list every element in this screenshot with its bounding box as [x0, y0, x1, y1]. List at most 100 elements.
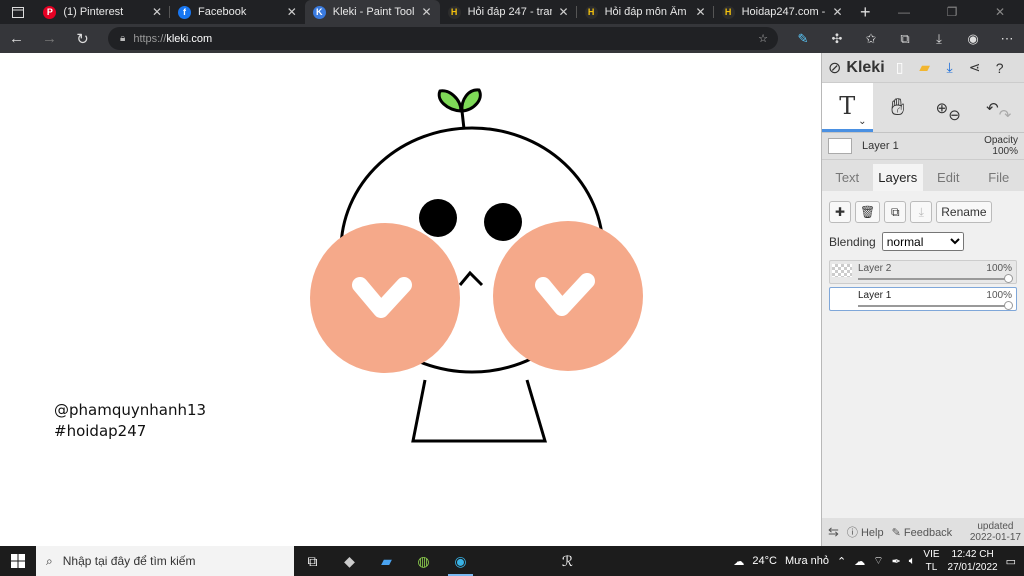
minimize-icon[interactable]: —	[880, 0, 928, 24]
delete-layer-icon[interactable]: 🗑︎	[855, 201, 881, 223]
new-image-icon[interactable]: ▯	[890, 59, 910, 76]
tab-edit[interactable]: Edit	[923, 164, 974, 191]
swap-icon[interactable]: ⇆	[828, 524, 839, 540]
refresh-icon[interactable]: ↻	[66, 30, 99, 48]
right-eye	[484, 203, 522, 241]
close-icon[interactable]: ✕	[833, 5, 843, 19]
close-icon[interactable]: ✕	[422, 5, 432, 19]
maximize-icon[interactable]: ❐	[928, 0, 976, 24]
tab-actions-icon[interactable]	[0, 0, 35, 24]
body-outline	[411, 379, 548, 443]
favorites-icon[interactable]: ✩	[854, 31, 888, 47]
kleki-footer: ⇆ ⓘ Help ✎ Feedback updated 2022-01-17	[822, 518, 1024, 546]
add-favorite-icon[interactable]: ☆	[758, 32, 768, 45]
show-hidden-icons-icon[interactable]: ⌃	[837, 555, 846, 568]
layer-buttons: ✚ 🗑︎ ⧉ ⤓ Rename	[822, 201, 1024, 223]
close-icon[interactable]: ✕	[559, 5, 569, 19]
roblox-icon[interactable]: ◆	[331, 546, 368, 576]
open-folder-icon[interactable]: ▰	[915, 59, 935, 76]
people-icon[interactable]: ℛ	[549, 546, 586, 576]
windows-start-icon[interactable]	[0, 554, 36, 568]
tab-facebook[interactable]: f Facebook ✕	[170, 0, 305, 24]
blending-select[interactable]: normal	[881, 232, 964, 251]
help-icon[interactable]: ?	[990, 60, 1010, 76]
tab-hoidap-3[interactable]: H Hoidap247.com - Hỏi ✕	[714, 0, 851, 24]
tab-hoidap-2[interactable]: H Hỏi đáp môn Âm nhạ ✕	[577, 0, 714, 24]
browser-tab-bar: P (1) Pinterest ✕ f Facebook ✕ K Kleki -…	[0, 0, 1024, 24]
zoom-icons[interactable]: ⊕ ⊖	[923, 83, 974, 132]
opacity-slider-track[interactable]	[858, 278, 1010, 280]
hand-tool-icon[interactable]: ✋︎	[873, 83, 924, 132]
tab-pinterest[interactable]: P (1) Pinterest ✕	[35, 0, 170, 24]
undo-redo-icons[interactable]: ↶ ↷	[974, 83, 1024, 132]
close-icon[interactable]: ✕	[152, 5, 162, 19]
kleki-header: ⊘ Kleki ▯ ▰ ⤓ ⋖ ?	[822, 53, 1024, 83]
profile-avatar[interactable]: ◉	[956, 31, 990, 47]
opacity-slider-handle[interactable]	[1004, 301, 1013, 310]
character-drawing	[310, 88, 643, 443]
duplicate-layer-icon[interactable]: ⧉	[884, 201, 907, 223]
hoidap-icon: H	[447, 5, 461, 19]
forward-icon[interactable]: →	[33, 30, 66, 47]
more-icon[interactable]: ⋯	[990, 31, 1024, 47]
tab-title: Hỏi đáp môn Âm nhạ	[604, 6, 689, 18]
current-layer-bar: Layer 1 Opacity 100%	[822, 133, 1024, 160]
layer-row[interactable]: Layer 2 100%	[829, 260, 1017, 284]
puzzle-icon[interactable]: ✣	[820, 31, 854, 47]
collections-icon[interactable]: ⧉	[888, 31, 922, 47]
taskbar: ⌕ Nhập tại đây để tìm kiếm ⧉ ◆ ▰ ◍ ◉ ℛ ☁…	[0, 546, 1024, 576]
task-view-icon[interactable]: ⧉	[294, 546, 331, 576]
tab-file[interactable]: File	[974, 164, 1024, 191]
text-tool[interactable]: T ⌄	[822, 83, 873, 132]
tab-layers[interactable]: Layers	[872, 164, 923, 191]
app-icon[interactable]: ◍	[405, 546, 442, 576]
language-indicator[interactable]: VIE TL	[923, 548, 939, 574]
file-explorer-icon[interactable]: ▰	[368, 546, 405, 576]
pen-icon[interactable]: ✒	[892, 555, 901, 568]
opacity-slider-track[interactable]	[858, 305, 1010, 307]
taskbar-search-input[interactable]: ⌕ Nhập tại đây để tìm kiếm	[36, 546, 294, 576]
weather-text[interactable]: Mưa nhỏ	[785, 555, 829, 567]
clock[interactable]: 12:42 CH 27/01/2022	[948, 548, 998, 574]
url-input[interactable]: 🔒︎ https://kleki.com ☆	[108, 27, 778, 50]
kleki-icon: K	[312, 5, 326, 19]
close-icon[interactable]: ✕	[696, 5, 706, 19]
notifications-icon[interactable]: ▭	[1006, 555, 1016, 568]
weather-icon[interactable]: ☁	[733, 555, 744, 568]
help-link[interactable]: ⓘ Help	[847, 524, 884, 540]
blending-label: Blending	[829, 234, 876, 249]
search-icon: ⌕	[46, 553, 53, 568]
close-window-icon[interactable]: ✕	[976, 0, 1024, 24]
tab-hoidap-1[interactable]: H Hỏi đáp 247 - trang tr ✕	[440, 0, 577, 24]
close-icon[interactable]: ✕	[287, 5, 297, 19]
opacity-slider-handle[interactable]	[1004, 274, 1013, 283]
left-eye	[419, 199, 457, 237]
download-icon[interactable]: ⤓	[940, 59, 960, 76]
tab-title: Hỏi đáp 247 - trang tr	[467, 6, 552, 18]
cloud-icon[interactable]: ☁	[854, 555, 865, 568]
edge-icon[interactable]: ◉	[442, 546, 479, 576]
tab-kleki[interactable]: K Kleki - Paint Tool ✕	[304, 0, 440, 24]
wifi-icon[interactable]: ⌔	[873, 554, 883, 568]
system-tray: ☁ 24°C Mưa nhỏ ⌃ ☁ ⌔ ✒ 🔈︎ VIE TL 12:42 CH…	[733, 548, 1024, 574]
current-layer-name: Layer 1	[862, 140, 899, 152]
share-icon[interactable]: ⋖	[965, 59, 985, 76]
back-icon[interactable]: ←	[0, 30, 33, 47]
tab-text[interactable]: Text	[822, 164, 873, 191]
layer-row-selected[interactable]: Layer 1 100%	[829, 287, 1017, 311]
volume-icon[interactable]: 🔈︎	[909, 555, 916, 568]
drawing-canvas[interactable]: @phamquynhanh13 #hoidap247	[0, 53, 821, 546]
feedback-link[interactable]: ✎ Feedback	[892, 526, 953, 539]
layer-opacity: 100%	[986, 263, 1012, 274]
rename-button[interactable]: Rename	[936, 201, 992, 223]
signature-username: @phamquynhanh13	[54, 401, 207, 419]
extension-icon[interactable]: ✎	[786, 31, 820, 47]
temperature[interactable]: 24°C	[752, 555, 777, 567]
new-tab-button[interactable]: +	[851, 0, 880, 24]
add-layer-button[interactable]: ✚	[829, 201, 851, 223]
merge-layer-icon[interactable]: ⤓	[910, 201, 933, 223]
sprout-leaf-left	[437, 89, 463, 113]
layer-thumbnail	[828, 138, 852, 154]
downloads-icon[interactable]: ⤓	[922, 31, 956, 47]
opacity-readout: Opacity 100%	[984, 135, 1018, 157]
